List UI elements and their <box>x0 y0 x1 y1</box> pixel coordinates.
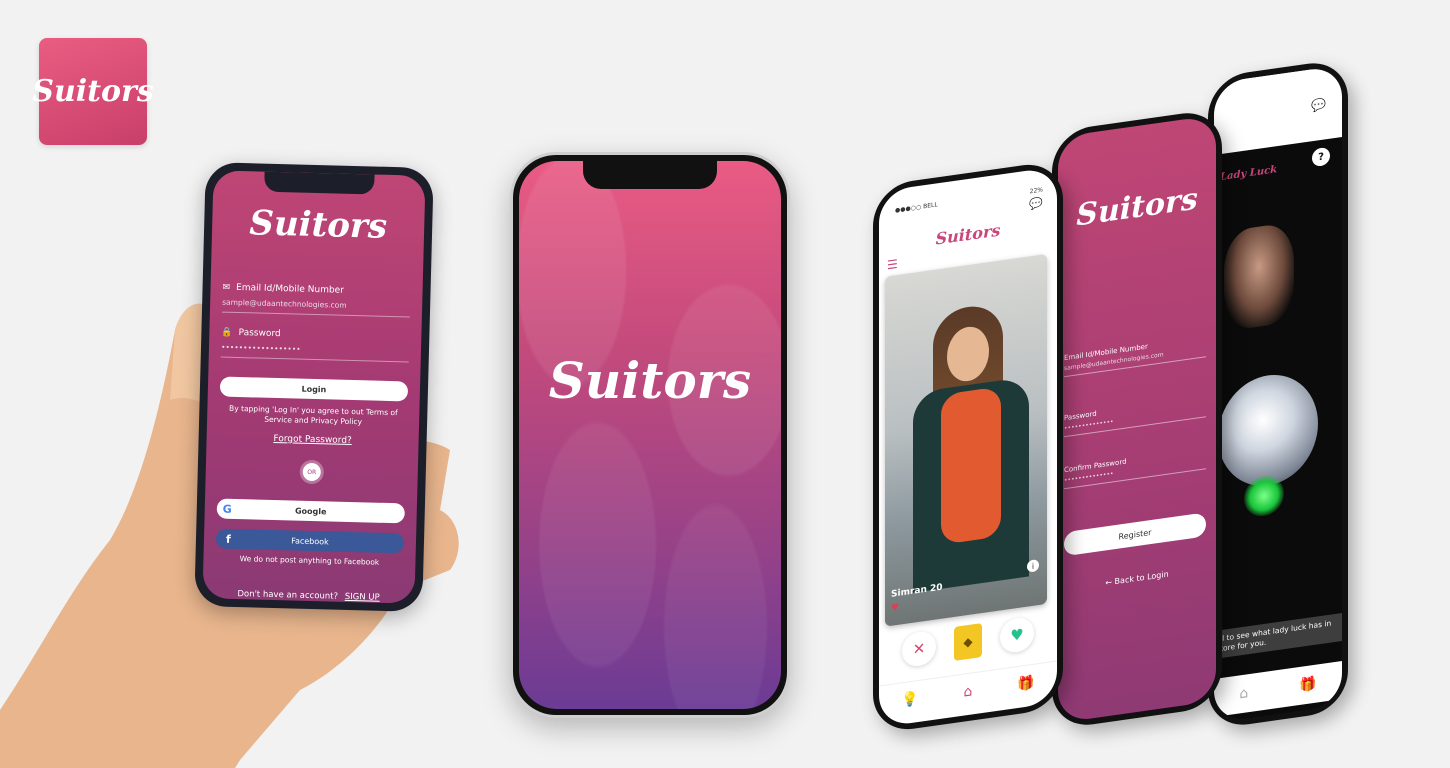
login-screen: Suitors ✉ Email Id/Mobile Number sample@u… <box>202 170 426 604</box>
profile-name: Simran 20 <box>891 582 943 600</box>
lady-image <box>1224 221 1294 332</box>
confirm-password-field[interactable]: Confirm Password •••••••••••••• <box>1064 446 1206 490</box>
crystal-ball-image[interactable] <box>1218 368 1318 493</box>
login-phone: Suitors ✉ Email Id/Mobile Number sample@u… <box>194 162 434 612</box>
back-to-login-link[interactable]: ← Back to Login <box>1058 563 1216 594</box>
info-icon[interactable]: i <box>1027 559 1039 573</box>
bulb-icon[interactable]: 💡 <box>901 690 918 708</box>
facebook-button-label: Facebook <box>291 535 329 546</box>
battery-text: 22% <box>1029 186 1043 196</box>
splash-screen: Suitors <box>519 161 781 709</box>
password-label: Password <box>238 328 281 340</box>
chat-icon[interactable]: 💬 <box>1311 97 1326 113</box>
chat-icon[interactable]: 💬 <box>1029 196 1043 211</box>
google-button-label: Google <box>294 506 327 516</box>
or-divider: OR <box>302 462 322 482</box>
register-email-field[interactable]: Email Id/Mobile Number sample@udaantechn… <box>1064 334 1206 378</box>
super-like-button[interactable]: ◆ <box>954 623 982 661</box>
signup-prompt: Don't have an account? <box>237 589 339 602</box>
phone-notch <box>264 171 375 195</box>
email-label: Email Id/Mobile Number <box>235 282 344 296</box>
forgot-password-link[interactable]: Forgot Password? <box>215 432 411 447</box>
splash-title: Suitors <box>548 351 752 410</box>
splash-phone: Suitors <box>510 152 790 718</box>
phone-notch <box>583 161 717 189</box>
lock-icon: 🔒 <box>221 327 233 338</box>
cube-icon: ◆ <box>963 634 973 650</box>
dislike-button[interactable]: ✕ <box>902 629 936 669</box>
heart-icon: ♥ <box>891 602 900 614</box>
profile-card[interactable]: Simran 20 ♥ i <box>885 253 1047 627</box>
status-bar: ●●●○○ BELL 22% <box>895 186 1043 214</box>
register-phone: Suitors Email Id/Mobile Number sample@ud… <box>1052 108 1222 730</box>
facebook-button[interactable]: f Facebook <box>215 528 405 554</box>
lady-luck-phone: 💬 Lady Luck ? ll to see what lady luck h… <box>1208 58 1348 730</box>
google-icon: G <box>222 502 232 516</box>
register-screen: Suitors Email Id/Mobile Number sample@ud… <box>1058 114 1216 724</box>
gift-icon[interactable]: 🎁 <box>1299 676 1316 694</box>
help-icon[interactable]: ? <box>1312 146 1330 168</box>
heart-icon: ♥ <box>1010 625 1024 646</box>
facebook-note: We do not post anything to Facebook <box>239 554 380 567</box>
email-field[interactable]: ✉ Email Id/Mobile Number sample@udaantech… <box>221 282 411 318</box>
lady-luck-tabbar: ⌂ 🎁 <box>1214 661 1342 717</box>
carrier-text: ●●●○○ BELL <box>895 201 938 215</box>
lady-luck-caption: ll to see what lady luck has in tore for… <box>1214 613 1342 659</box>
discover-header: Suitors <box>935 220 1001 249</box>
discover-tabbar: 💡 ⌂ 🎁 <box>879 660 1057 722</box>
lady-luck-screen: 💬 Lady Luck ? ll to see what lady luck h… <box>1214 65 1342 723</box>
app-icon-wordmark: Suitors <box>32 74 154 109</box>
email-input[interactable]: sample@udaantechnologies.com <box>221 297 411 318</box>
lady-luck-brand: Lady Luck <box>1220 164 1278 184</box>
login-button[interactable]: Login <box>219 376 409 402</box>
mail-icon: ✉ <box>222 282 231 293</box>
gift-icon[interactable]: 🎁 <box>1017 674 1034 692</box>
profile-photo-shirt <box>941 386 1001 545</box>
close-icon: ✕ <box>912 639 926 659</box>
google-button[interactable]: G Google <box>216 498 405 524</box>
home-icon[interactable]: ⌂ <box>1239 685 1248 702</box>
register-title: Suitors <box>1076 181 1198 234</box>
register-password-field[interactable]: Password •••••••••••••• <box>1064 394 1206 438</box>
like-button[interactable]: ♥ <box>1000 615 1034 655</box>
signup-link[interactable]: SIGN UP <box>345 592 380 603</box>
register-button[interactable]: Register <box>1064 512 1206 557</box>
password-field[interactable]: 🔒 Password •••••••••••••••••• <box>220 327 410 363</box>
discover-screen: ●●●○○ BELL 22% 💬 ☰ Suitors Simran 20 ♥ i… <box>879 166 1057 728</box>
menu-icon[interactable]: ☰ <box>887 257 898 273</box>
signup-row: Don't have an account? SIGN UP <box>210 588 406 603</box>
discover-phone: ●●●○○ BELL 22% 💬 ☰ Suitors Simran 20 ♥ i… <box>873 159 1063 735</box>
home-icon[interactable]: ⌂ <box>964 683 973 700</box>
app-icon: Suitors <box>32 38 154 145</box>
login-title: Suitors <box>248 203 388 247</box>
password-input[interactable]: •••••••••••••••••• <box>220 342 410 363</box>
terms-text: By tapping 'Log In' you agree to out Ter… <box>228 403 398 427</box>
facebook-icon: f <box>225 532 231 546</box>
